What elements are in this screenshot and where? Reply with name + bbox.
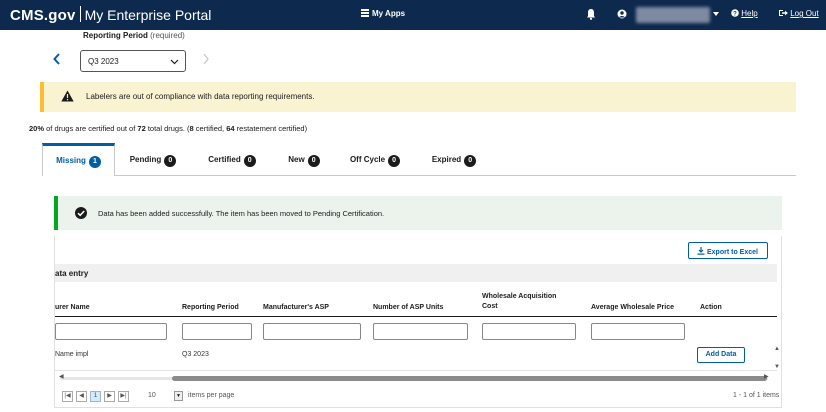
- brand-divider: [79, 6, 81, 22]
- reporting-period-select[interactable]: Q3 2023: [80, 50, 186, 72]
- section-title: ata entry: [55, 269, 89, 278]
- portal-name: My Enterprise Portal: [84, 7, 212, 23]
- tab-label: Certified: [208, 155, 241, 164]
- success-alert: Data has been added successfully. The it…: [54, 196, 782, 230]
- row-divider: [55, 370, 777, 371]
- reporting-period-label: Reporting Period (required): [83, 31, 185, 40]
- tab-count-badge: 0: [388, 155, 401, 167]
- items-per-page-label: items per page: [188, 392, 235, 399]
- row-cell-period: Q3 2023: [182, 351, 209, 358]
- filter-input-wac[interactable]: [482, 323, 576, 340]
- filter-input-period[interactable]: [182, 323, 252, 340]
- check-circle-icon: [75, 207, 87, 219]
- reporting-period-value: Q3 2023: [88, 57, 119, 66]
- scrollbar-thumb[interactable]: [172, 376, 767, 381]
- page-size-value[interactable]: 10: [148, 392, 156, 399]
- add-data-button[interactable]: Add Data: [697, 347, 745, 363]
- filter-input-awp[interactable]: [591, 323, 685, 340]
- next-period-chevron-icon[interactable]: [202, 53, 210, 65]
- column-header-awp[interactable]: Average Wholesale Price: [591, 303, 674, 313]
- tab-missing[interactable]: Missing 1: [42, 143, 115, 176]
- tab-count-badge: 1: [88, 156, 101, 168]
- section-header-bar: [55, 264, 777, 282]
- tab-count-badge: 0: [164, 155, 177, 167]
- filter-input-asp[interactable]: [263, 323, 361, 340]
- logout-icon: [779, 10, 788, 16]
- row-cell-name: Name impl: [55, 351, 89, 358]
- export-label: Export to Excel: [707, 249, 758, 256]
- user-icon: [617, 9, 627, 19]
- warning-text: Labelers are out of compliance with data…: [86, 92, 315, 101]
- warning-triangle-icon: [61, 90, 74, 102]
- svg-text:?: ?: [733, 11, 737, 17]
- scroll-left-arrow-icon[interactable]: ◀: [59, 373, 64, 380]
- tab-off-cycle[interactable]: Off Cycle 0: [335, 143, 415, 176]
- help-link[interactable]: ? Help: [731, 9, 758, 18]
- column-header-period[interactable]: Reporting Period: [182, 303, 239, 313]
- items-count: 1 - 1 of 1 items: [733, 392, 780, 399]
- previous-period-chevron-icon[interactable]: [52, 53, 62, 65]
- summary-text-1: of drugs are certified out of: [44, 124, 138, 133]
- my-apps-menu[interactable]: My Apps: [361, 9, 405, 18]
- top-nav-bar: CMS.gov My Enterprise Portal My Apps ? He…: [0, 0, 826, 30]
- user-name-redacted[interactable]: [636, 7, 710, 23]
- tab-expired[interactable]: Expired 0: [415, 143, 493, 176]
- tab-label: Missing: [56, 156, 86, 165]
- column-header-action: Action: [700, 304, 722, 311]
- required-note: (required): [150, 31, 185, 40]
- help-label: Help: [741, 9, 758, 18]
- summary-restatement: 64: [226, 124, 235, 133]
- tab-pending[interactable]: Pending 0: [115, 143, 191, 176]
- tab-label: New: [288, 155, 305, 164]
- success-text: Data has been added successfully. The it…: [98, 209, 385, 218]
- summary-text-2: total drugs. (: [145, 124, 190, 133]
- tab-count-badge: 0: [307, 155, 320, 167]
- logout-link[interactable]: Log Out: [779, 9, 819, 18]
- reporting-period-title: Reporting Period: [83, 31, 148, 40]
- last-page-icon[interactable]: ▶|: [118, 391, 129, 402]
- summary-total: 72: [137, 124, 146, 133]
- page-size-dropdown-icon[interactable]: ▼: [174, 391, 183, 401]
- tab-new[interactable]: New 0: [273, 143, 335, 176]
- logout-label: Log Out: [790, 9, 819, 18]
- wac-line-2: Cost: [482, 303, 498, 310]
- column-header-asp[interactable]: Manufacturer's ASP: [263, 303, 329, 313]
- my-apps-label: My Apps: [372, 9, 406, 18]
- compliance-warning-alert: Labelers are out of compliance with data…: [40, 82, 796, 112]
- user-menu-caret-icon[interactable]: [713, 12, 719, 16]
- filter-input-name[interactable]: [55, 323, 167, 340]
- tab-count-badge: 0: [464, 155, 477, 167]
- bell-icon[interactable]: [586, 8, 596, 20]
- tab-label: Off Cycle: [349, 155, 386, 164]
- download-icon: [697, 247, 705, 255]
- column-header-name[interactable]: urer Name: [55, 303, 90, 313]
- previous-page-icon[interactable]: ◀: [76, 391, 87, 402]
- next-page-icon[interactable]: ▶: [104, 391, 115, 402]
- column-header-wac[interactable]: Wholesale Acquisition Cost: [482, 292, 556, 312]
- tab-label: Expired: [431, 155, 462, 164]
- current-page-button[interactable]: 1: [90, 391, 101, 402]
- brand-name: CMS.gov: [10, 7, 76, 24]
- tab-count-badge: 0: [243, 155, 256, 167]
- tab-label: Pending: [129, 155, 162, 164]
- apps-grid-icon: [361, 9, 369, 17]
- data-entry-card: [54, 236, 782, 408]
- scroll-right-arrow-icon[interactable]: ▶: [764, 373, 769, 380]
- filter-input-units[interactable]: [373, 323, 468, 340]
- scroll-up-arrow-icon[interactable]: ▲: [774, 346, 780, 352]
- summary-text-4: restatement certified): [234, 124, 308, 133]
- horizontal-scrollbar[interactable]: ◀ ▶: [59, 373, 769, 381]
- brand-logo[interactable]: CMS.gov My Enterprise Portal: [10, 6, 211, 24]
- chevron-down-icon: [170, 59, 179, 65]
- certification-summary: 20% of drugs are certified out of 72 tot…: [29, 124, 307, 133]
- tab-certified[interactable]: Certified 0: [191, 143, 273, 176]
- first-page-icon[interactable]: |◀: [62, 391, 73, 402]
- column-header-units[interactable]: Number of ASP Units: [373, 303, 443, 313]
- header-divider: [55, 316, 777, 317]
- summary-percent: 20%: [29, 124, 45, 133]
- export-to-excel-button[interactable]: Export to Excel: [688, 242, 768, 259]
- summary-text-3: certified,: [193, 124, 227, 133]
- question-circle-icon: ?: [731, 9, 739, 17]
- wac-line-1: Wholesale Acquisition: [482, 293, 557, 300]
